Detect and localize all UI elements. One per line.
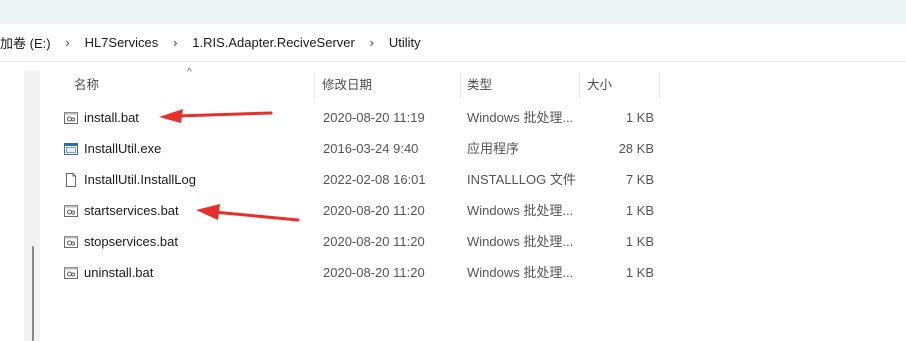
file-row[interactable]: startservices.bat 2020-08-20 11:20 Windo… (42, 195, 662, 226)
file-name[interactable]: install.bat (84, 102, 139, 133)
file-name[interactable]: InstallUtil.InstallLog (84, 164, 196, 195)
annotation-arrow-install (159, 109, 273, 123)
file-row[interactable]: stopservices.bat 2020-08-20 11:20 Window… (42, 226, 662, 257)
file-size: 28 KB (618, 141, 654, 156)
file-type: 应用程序 (467, 141, 520, 156)
file-row[interactable]: InstallUtil.InstallLog 2022-02-08 16:01 … (42, 164, 662, 195)
file-modified: 2020-08-20 11:19 (323, 110, 425, 125)
file-type: Windows 批处理... (467, 203, 574, 218)
file-size: 1 KB (625, 234, 654, 249)
file-type: INSTALLLOG 文件 (467, 172, 576, 187)
batch-file-icon (64, 112, 78, 124)
file-type: Windows 批处理... (467, 265, 574, 280)
batch-file-icon (64, 236, 78, 248)
breadcrumb: 加卷 (E:) › HL7Services › 1.RIS.Adapter.Re… (0, 24, 906, 62)
document-icon (66, 173, 76, 187)
file-row[interactable]: install.bat 2020-08-20 11:19 Windows 批处理… (42, 102, 662, 133)
file-modified: 2020-08-20 11:20 (323, 203, 425, 218)
breadcrumb-adapter[interactable]: 1.RIS.Adapter.ReciveServer (192, 35, 355, 50)
file-type: Windows 批处理... (467, 110, 574, 125)
application-icon (64, 143, 78, 155)
chevron-right-icon[interactable]: › (365, 35, 379, 50)
column-header-name[interactable]: 名称 (74, 70, 99, 100)
file-size: 7 KB (625, 172, 654, 187)
chevron-right-icon[interactable]: › (61, 35, 75, 50)
nav-scrollbar-thumb[interactable] (32, 246, 34, 341)
column-header-modified[interactable]: 修改日期 (322, 70, 372, 100)
file-modified: 2022-02-08 16:01 (323, 172, 426, 187)
batch-file-icon (64, 267, 78, 279)
file-size: 1 KB (625, 265, 654, 280)
column-header-size[interactable]: 大小 (587, 70, 612, 100)
breadcrumb-hl7services[interactable]: HL7Services (85, 35, 159, 50)
file-name[interactable]: stopservices.bat (84, 226, 178, 257)
column-divider[interactable] (659, 72, 660, 98)
file-size: 1 KB (625, 203, 654, 218)
column-divider[interactable] (579, 72, 580, 98)
file-size: 1 KB (625, 110, 654, 125)
column-header-row: ^ 名称 修改日期 类型 大小 (42, 67, 662, 100)
file-row[interactable]: InstallUtil.exe 2016-03-24 9:40 应用程序 28 … (42, 133, 662, 164)
breadcrumb-drive[interactable]: 加卷 (E:) (0, 33, 51, 52)
file-row[interactable]: uninstall.bat 2020-08-20 11:20 Windows 批… (42, 257, 662, 288)
file-name[interactable]: InstallUtil.exe (84, 133, 161, 164)
column-divider[interactable] (314, 72, 315, 98)
annotation-arrow-startservices (196, 204, 300, 222)
file-modified: 2016-03-24 9:40 (323, 141, 419, 156)
breadcrumb-utility[interactable]: Utility (389, 35, 421, 50)
batch-file-icon (64, 205, 78, 217)
file-name[interactable]: startservices.bat (84, 195, 179, 226)
file-type: Windows 批处理... (467, 234, 574, 249)
sort-ascending-icon: ^ (187, 67, 192, 78)
file-modified: 2020-08-20 11:20 (323, 234, 425, 249)
column-divider[interactable] (460, 72, 461, 98)
chevron-right-icon[interactable]: › (168, 35, 182, 50)
column-header-type[interactable]: 类型 (467, 70, 492, 100)
window-top-strip (0, 0, 906, 25)
file-name[interactable]: uninstall.bat (84, 257, 153, 288)
file-modified: 2020-08-20 11:20 (323, 265, 425, 280)
